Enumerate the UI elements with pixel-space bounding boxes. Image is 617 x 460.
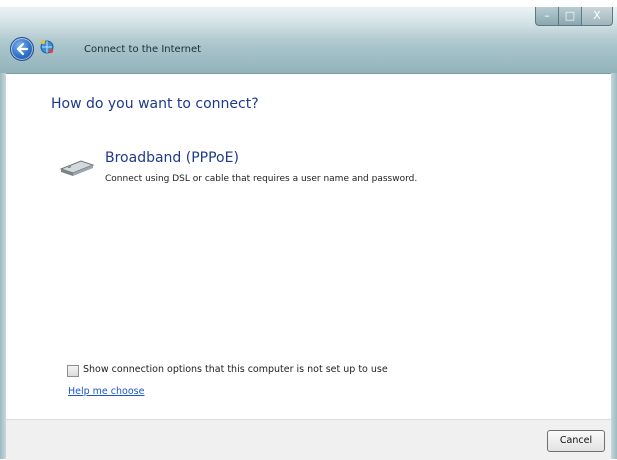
title-bar bbox=[0, 7, 617, 74]
broadband-pppoe-option[interactable]: Broadband (PPPoE) Connect using DSL or c… bbox=[59, 148, 559, 198]
cancel-button[interactable]: Cancel bbox=[547, 430, 605, 452]
window-controls: – □ X bbox=[535, 7, 613, 27]
modem-icon bbox=[59, 160, 95, 176]
close-button[interactable]: X bbox=[581, 7, 613, 26]
option-title: Broadband (PPPoE) bbox=[105, 150, 239, 166]
back-arrow-icon bbox=[16, 42, 29, 56]
footer-bar bbox=[6, 419, 611, 460]
right-frame bbox=[611, 73, 617, 459]
back-button[interactable] bbox=[10, 37, 34, 61]
page-title: How do you want to connect? bbox=[51, 96, 259, 112]
show-options-label[interactable]: Show connection options that this comput… bbox=[83, 364, 388, 375]
help-me-choose-link[interactable]: Help me choose bbox=[68, 386, 144, 397]
show-options-checkbox[interactable] bbox=[67, 365, 79, 377]
top-strip bbox=[0, 0, 617, 7]
maximize-button[interactable]: □ bbox=[558, 7, 582, 26]
window-title: Connect to the Internet bbox=[84, 44, 202, 55]
network-globe-icon bbox=[40, 39, 54, 54]
minimize-button[interactable]: – bbox=[535, 7, 559, 26]
option-description: Connect using DSL or cable that requires… bbox=[105, 174, 418, 184]
wizard-window: – □ X Connect to the Internet How do you… bbox=[0, 0, 617, 460]
content-area: How do you want to connect? Broadband (P… bbox=[6, 74, 611, 419]
